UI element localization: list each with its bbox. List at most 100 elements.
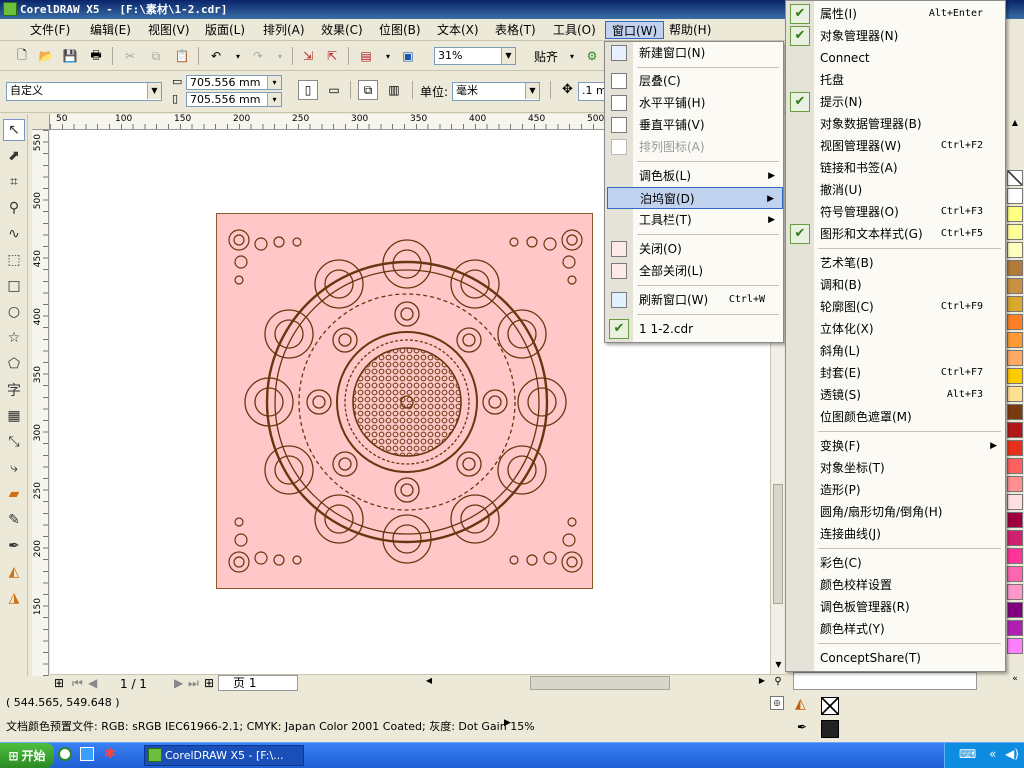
menu-bitmaps[interactable]: 位图(B) [373,21,427,39]
palette-swatch[interactable] [1007,350,1023,366]
palette-swatch[interactable] [1007,278,1023,294]
landscape-icon[interactable]: ▭ [324,80,344,100]
menu-item-dockers[interactable]: 泊坞窗(D) ▶ [607,187,783,209]
ie-icon[interactable] [80,747,94,761]
keyboard-icon[interactable]: ⌨ [959,747,976,761]
docker-menu-item[interactable]: 透镜(S) Alt+F3 [814,384,1005,406]
palette-swatch[interactable] [1007,440,1023,456]
last-page-icon[interactable]: ⏭ [188,676,199,691]
outline-tool-icon[interactable]: ✒ [3,535,25,557]
horizontal-scroll-thumb[interactable] [530,676,670,690]
palette-scroll-up-icon[interactable]: ▲ [1008,118,1022,132]
palette-swatch[interactable] [1007,620,1023,636]
docker-menu-item[interactable]: 符号管理器(O) Ctrl+F3 [814,201,1005,223]
paste-icon[interactable]: 📋 [172,46,192,66]
page-height-field[interactable]: 705.556 mm ▾ [186,92,282,107]
docker-menu-item[interactable]: 轮廓图(C) Ctrl+F9 [814,296,1005,318]
menu-item-document-1[interactable]: 1 1-2.cdr [633,318,783,340]
undo-dropdown-icon[interactable]: ▾ [228,46,248,66]
save-icon[interactable]: 💾 [60,46,80,66]
menu-effects[interactable]: 效果(C) [315,21,369,39]
table-tool-icon[interactable]: ▦ [3,405,25,427]
eyedropper-tool-icon[interactable]: ✎ [3,509,25,531]
export-icon[interactable]: ⇱ [322,46,342,66]
document-color-profile[interactable]: 文档颜色预置文件: RGB: sRGB IEC61966-2.1; CMYK: … [6,718,535,734]
docker-menu-item[interactable]: 颜色样式(Y) [814,618,1005,640]
height-spinner-icon[interactable]: ▾ [267,93,281,106]
palette-swatch[interactable] [1007,242,1023,258]
interactive-fill-tool-icon[interactable]: ◮ [3,587,25,609]
ellipse-tool-icon[interactable]: ○ [3,301,25,323]
app-quicklaunch-icon[interactable]: ✱ [104,746,120,762]
fill-tool-icon[interactable]: ◭ [3,561,25,583]
print-icon[interactable]: 🖶 [86,46,106,66]
all-pages-icon[interactable]: ⧉ [358,80,378,100]
scroll-thumb[interactable] [773,484,783,604]
docker-menu-item[interactable]: 调和(B) [814,274,1005,296]
taskbar-coreldraw-task[interactable]: CorelDRAW X5 - [F:\... [144,745,304,766]
tray-expand-icon[interactable]: « [989,747,996,761]
smart-fill-tool-icon[interactable]: ⬚ [3,249,25,271]
chevron-down-icon[interactable]: ▼ [501,48,515,64]
palette-swatch[interactable] [1007,368,1023,384]
start-button[interactable]: ⊞ 开始 [0,743,54,768]
speaker-icon[interactable]: ◀) [1005,747,1019,761]
menu-item-tile-horizontal[interactable]: 水平平铺(H) [633,92,783,114]
palette-swatch[interactable] [1007,386,1023,402]
palette-swatch[interactable] [1007,530,1023,546]
palette-swatch[interactable] [1007,188,1023,204]
docker-menu-item[interactable]: 对象坐标(T) [814,457,1005,479]
open-icon[interactable]: 📂 [36,46,56,66]
docker-menu-item[interactable]: 圆角/扇形切角/倒角(H) [814,501,1005,523]
palette-swatch[interactable] [1007,206,1023,222]
palette-swatch[interactable] [1007,458,1023,474]
menu-text[interactable]: 文本(X) [431,21,485,39]
crop-tool-icon[interactable]: ⌗ [3,171,25,193]
scroll-left-icon[interactable]: ◀ [422,676,436,690]
docker-menu-item[interactable]: 图形和文本样式(G) Ctrl+F5 [814,223,1005,245]
connector-tool-icon[interactable]: ⤷ [3,457,25,479]
palette-swatch[interactable] [1007,476,1023,492]
polygon-tool-icon[interactable]: ☆ [3,327,25,349]
menu-item-color-palettes[interactable]: 调色板(L) ▶ [633,165,783,187]
lace-doily-design[interactable] [216,213,593,589]
docker-menu-item[interactable]: 位图颜色遮罩(M) [814,406,1005,428]
zoom-tool-icon[interactable]: ⚲ [3,197,25,219]
docker-menu-item[interactable]: 艺术笔(B) [814,252,1005,274]
palette-swatch[interactable] [1007,404,1023,420]
welcome-screen-icon[interactable]: ▣ [398,46,418,66]
width-spinner-icon[interactable]: ▾ [267,76,281,89]
menu-item-close[interactable]: 关闭(O) [633,238,783,260]
palette-swatch[interactable] [1007,548,1023,564]
profile-arrow-icon[interactable]: ▶ [504,718,511,728]
menu-table[interactable]: 表格(T) [489,21,542,39]
palette-swatch[interactable] [1007,584,1023,600]
menu-item-new-window[interactable]: 新建窗口(N) [633,42,783,64]
palette-swatch[interactable] [1007,638,1023,654]
copy-icon[interactable]: ⧉ [146,46,166,66]
chevron-down-icon[interactable]: ▼ [525,83,539,99]
docker-menu-item[interactable]: 对象管理器(N) [814,25,1005,47]
docker-menu-item[interactable]: 撤消(U) [814,179,1005,201]
add-page-before-icon[interactable]: ⊞ [54,676,64,690]
menu-view[interactable]: 视图(V) [142,21,196,39]
zoom-navigator-icon[interactable]: ⚲ [771,676,785,690]
redo-dropdown-icon[interactable]: ▾ [270,46,290,66]
docker-menu-item[interactable]: 斜角(L) [814,340,1005,362]
scroll-down-icon[interactable]: ▼ [773,660,784,674]
redo-icon[interactable]: ↷ [248,46,268,66]
docker-menu-item[interactable]: 变换(F) ▶ [814,435,1005,457]
palette-swatch[interactable] [1007,422,1023,438]
palette-swatch[interactable] [1007,512,1023,528]
units-select[interactable]: 毫米 ▼ [452,82,540,101]
snap-to-label[interactable]: 贴齐 [534,48,558,65]
ruler-origin[interactable] [32,114,50,130]
no-color-swatch[interactable] [1007,170,1023,186]
menu-item-toolbars[interactable]: 工具栏(T) ▶ [633,209,783,231]
docker-menu-item[interactable]: 链接和书签(A) [814,157,1005,179]
text-tool-icon[interactable]: 字 [3,379,25,401]
current-page-icon[interactable]: ▥ [384,80,404,100]
menu-item-cascade[interactable]: 层叠(C) [633,70,783,92]
zoom-level-field[interactable]: 31% ▼ [434,47,516,65]
prev-page-icon[interactable]: ◀ [88,676,97,690]
